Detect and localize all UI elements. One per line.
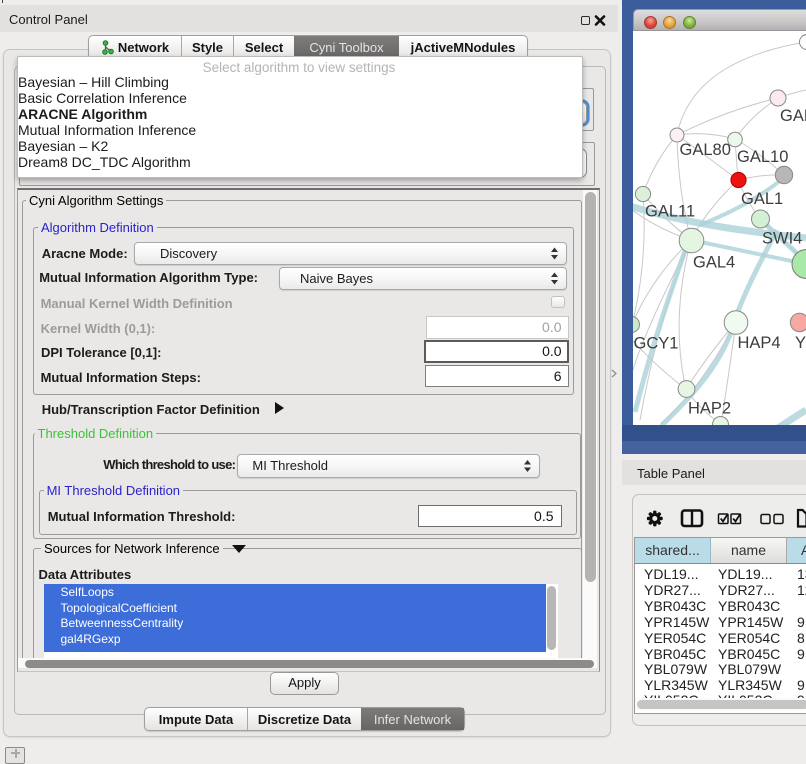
svg-text:GAL10: GAL10 xyxy=(737,148,788,166)
svg-text:GCY1: GCY1 xyxy=(634,335,679,353)
svg-text:SWI4: SWI4 xyxy=(762,230,802,248)
svg-text:Y: Y xyxy=(795,334,806,352)
svg-text:GAL11: GAL11 xyxy=(645,203,695,221)
svg-text:GAL1: GAL1 xyxy=(741,190,783,208)
svg-text:GAL7: GAL7 xyxy=(780,107,806,125)
svg-text:HAP4: HAP4 xyxy=(738,334,781,352)
svg-text:HAP2: HAP2 xyxy=(688,400,731,418)
svg-text:GAL80: GAL80 xyxy=(680,141,731,159)
svg-text:GAL4: GAL4 xyxy=(693,254,735,272)
